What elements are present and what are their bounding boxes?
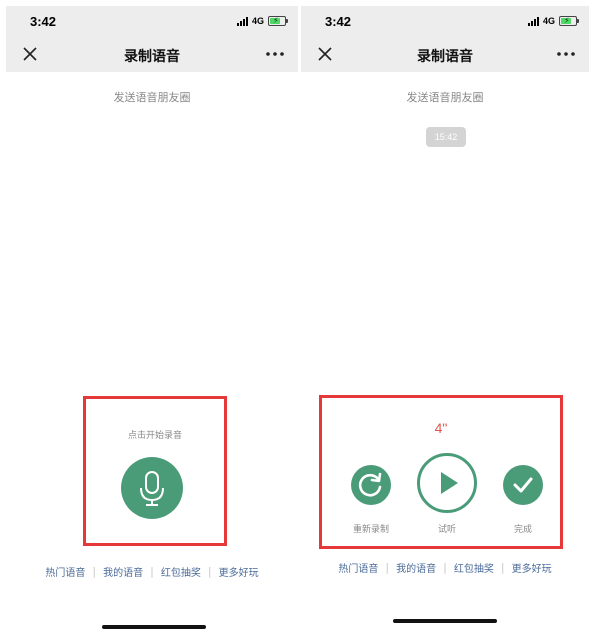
play-button[interactable] [416, 452, 478, 514]
subtitle: 发送语音朋友圈 [406, 91, 484, 104]
bottom-links: 热门语音 | 我的语音 | 红包抽奖 | 更多好玩 [301, 560, 589, 575]
network-type: 4G [251, 16, 264, 26]
page-title: 录制语音 [124, 49, 180, 65]
link-separator: | [207, 565, 212, 578]
more-icon[interactable] [555, 44, 577, 64]
link-separator: | [385, 561, 390, 574]
signal-icon [527, 16, 539, 26]
link-separator: | [443, 561, 447, 574]
home-indicator [102, 625, 206, 629]
link-hot-voice[interactable]: 热门语音 [338, 560, 378, 575]
record-duration: 4" [434, 420, 448, 436]
done-label: 完成 [513, 525, 532, 535]
phone-screen-right: 3:42 4G ⚡ 录制语音 发送语音朋友圈 15:42 4" 重新录制 试听 [301, 6, 589, 634]
nav-bar: 录制语音 [301, 40, 589, 72]
link-more-fun[interactable]: 更多好玩 [512, 560, 552, 575]
status-icons: 4G ⚡ [236, 15, 288, 27]
battery-icon: ⚡ [268, 16, 288, 26]
play-icon [417, 453, 477, 513]
link-hot-voice[interactable]: 热门语音 [45, 564, 85, 579]
home-indicator [393, 619, 497, 623]
nav-bar: 录制语音 [6, 40, 298, 72]
page-title: 录制语音 [417, 49, 473, 65]
battery-icon: ⚡ [559, 16, 579, 26]
check-icon [513, 477, 533, 493]
time-badge: 15:42 [426, 127, 466, 147]
status-bar: 3:42 4G ⚡ [6, 6, 298, 40]
link-separator: | [92, 565, 97, 578]
network-type: 4G [542, 16, 555, 26]
status-time: 3:42 [325, 14, 352, 29]
status-time: 3:42 [30, 14, 57, 29]
link-red-packet[interactable]: 红包抽奖 [161, 564, 201, 579]
rerecord-label: 重新录制 [352, 525, 389, 535]
status-icons: 4G ⚡ [527, 15, 579, 27]
link-separator: | [150, 565, 154, 578]
microphone-icon [140, 471, 164, 506]
status-bar: 3:42 4G ⚡ [301, 6, 589, 40]
done-button[interactable] [503, 465, 543, 505]
play-label: 试听 [437, 525, 456, 535]
link-more-fun[interactable]: 更多好玩 [219, 564, 259, 579]
rerecord-button[interactable] [351, 465, 391, 505]
record-prompt: 点击开始录音 [127, 431, 182, 441]
link-my-voice[interactable]: 我的语音 [396, 560, 436, 575]
refresh-icon [358, 472, 382, 497]
record-button[interactable] [121, 457, 183, 519]
link-my-voice[interactable]: 我的语音 [103, 564, 143, 579]
link-separator: | [500, 561, 505, 574]
link-red-packet[interactable]: 红包抽奖 [454, 560, 494, 575]
signal-icon [236, 16, 248, 26]
bottom-links: 热门语音 | 我的语音 | 红包抽奖 | 更多好玩 [6, 564, 298, 579]
more-icon[interactable] [264, 44, 286, 64]
phone-screen-left: 3:42 4G ⚡ 录制语音 发送语音朋友圈 点击开始录音 热门语音 | 我的语… [6, 6, 298, 634]
subtitle: 发送语音朋友圈 [113, 91, 191, 104]
